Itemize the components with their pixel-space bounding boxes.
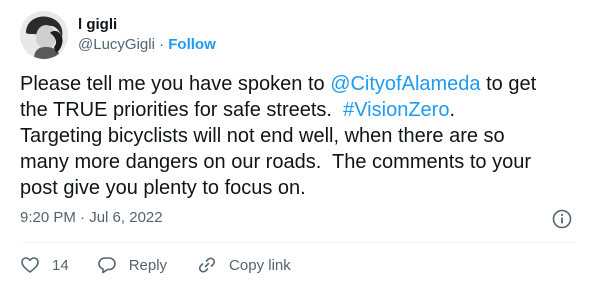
- tweet-header: l gigli @LucyGigli · Follow: [20, 10, 216, 60]
- tweet-text: Please tell me you have spoken to @Cityo…: [20, 71, 576, 201]
- tweet-date: Jul 6, 2022: [89, 209, 163, 226]
- handle-separator: ·: [159, 36, 165, 53]
- copy-link-label: Copy link: [229, 256, 291, 274]
- user-handle[interactable]: @LucyGigli: [78, 36, 155, 53]
- copy-link-button[interactable]: Copy link: [197, 255, 291, 275]
- display-name[interactable]: l gigli: [78, 15, 216, 35]
- avatar[interactable]: [20, 11, 68, 59]
- speech-bubble-icon: [97, 255, 117, 275]
- tweet-timestamp[interactable]: 9:20 PM · Jul 6, 2022: [20, 208, 163, 228]
- action-bar: 14 Reply Copy link: [20, 254, 291, 276]
- mention-link[interactable]: @CityofAlameda: [330, 73, 480, 95]
- hashtag-link[interactable]: #VisionZero: [343, 99, 449, 121]
- link-icon: [197, 255, 217, 275]
- info-icon[interactable]: [551, 208, 573, 230]
- like-button[interactable]: 14: [20, 255, 69, 275]
- follow-button[interactable]: Follow: [168, 36, 216, 53]
- user-names: l gigli @LucyGigli · Follow: [78, 15, 216, 55]
- reply-label: Reply: [128, 256, 168, 274]
- divider: [20, 242, 576, 243]
- handle-row: @LucyGigli · Follow: [78, 35, 216, 55]
- heart-icon: [20, 255, 40, 275]
- tweet-time: 9:20 PM: [20, 209, 76, 226]
- time-separator: ·: [80, 209, 86, 226]
- tweet-text-segment: Please tell me you have spoken to: [20, 73, 331, 95]
- reply-button[interactable]: Reply: [97, 255, 167, 275]
- like-count: 14: [52, 256, 69, 274]
- tweet-card: l gigli @LucyGigli · Follow Please tell …: [0, 0, 593, 287]
